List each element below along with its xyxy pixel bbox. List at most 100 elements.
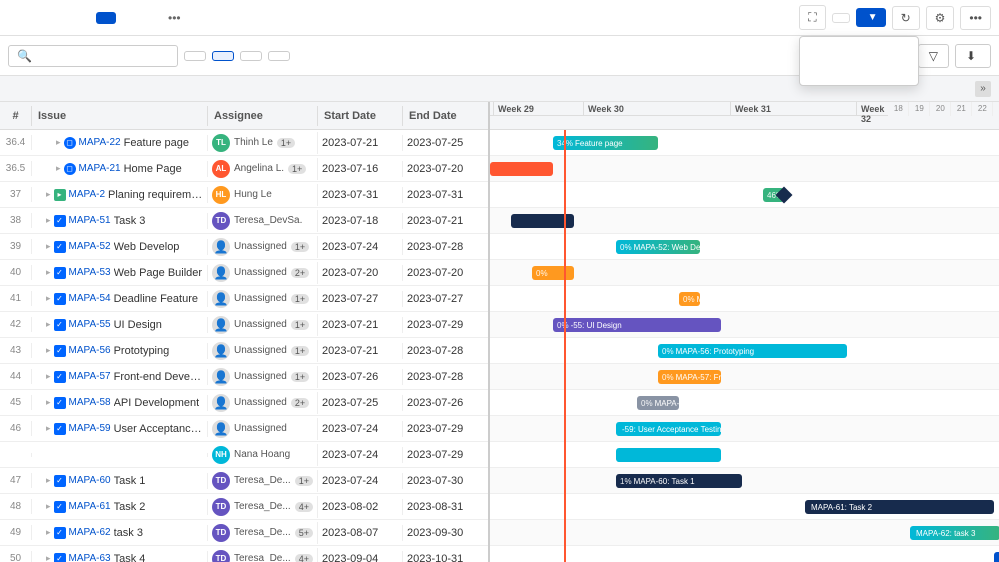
bar-label: MAPA-61: Task 2: [811, 503, 872, 512]
issue-name: Front-end Develo...: [114, 371, 203, 383]
assignee-badge: 1+: [291, 372, 309, 382]
expand-icon[interactable]: ▸: [46, 397, 51, 408]
nav-schedule[interactable]: [52, 12, 72, 24]
expand-icon[interactable]: ▸: [46, 319, 51, 330]
cell-assignee: 👤 Unassigned 1+: [208, 236, 318, 258]
table-row: 37 ▸ ▸ MAPA-2 Planing requirements HL Hu…: [0, 182, 488, 208]
expand-icon[interactable]: ▸: [46, 423, 51, 434]
issue-key[interactable]: MAPA-53: [69, 267, 111, 278]
issue-key[interactable]: MAPA-56: [69, 345, 111, 356]
issue-key[interactable]: MAPA-51: [69, 215, 111, 226]
cell-issue[interactable]: ▸ ✓ MAPA-60 Task 1: [32, 473, 208, 489]
cell-issue[interactable]: ▸ ◻ MAPA-21 Home Page: [32, 161, 208, 177]
cell-issue[interactable]: ▸ ✓ MAPA-61 Task 2: [32, 499, 208, 515]
today-button[interactable]: [832, 13, 850, 23]
cell-assignee: TD Teresa_DevSa.: [208, 210, 318, 232]
cell-issue[interactable]: ▸ ✓ MAPA-55 UI Design: [32, 317, 208, 333]
search-icon: 🔍: [17, 49, 32, 63]
critical-path-button[interactable]: [184, 51, 206, 61]
table-row: 38 ▸ ✓ MAPA-51 Task 3 TD Teresa_DevSa. 2…: [0, 208, 488, 234]
expand-icon[interactable]: ▸: [46, 189, 51, 200]
expand-icon[interactable]: ▸: [46, 475, 51, 486]
collapse-all-button[interactable]: [268, 51, 290, 61]
gantt-bar[interactable]: 0%MAPA-52: Web Dev...: [616, 240, 700, 254]
expand-icon[interactable]: ▸: [46, 293, 51, 304]
gantt-bar[interactable]: MAPA-61: Task 2: [805, 500, 994, 514]
cell-issue[interactable]: ▸ ✓ MAPA-51 Task 3: [32, 213, 208, 229]
search-box[interactable]: 🔍: [8, 45, 178, 67]
cell-issue[interactable]: ▸ ✓ MAPA-57 Front-end Develo...: [32, 369, 208, 385]
issue-key[interactable]: MAPA-59: [69, 423, 111, 434]
cell-issue[interactable]: ▸ ✓ MAPA-59 User Acceptance ...: [32, 421, 208, 437]
cell-issue[interactable]: ▸ ✓ MAPA-63 Task 4: [32, 551, 208, 562]
cell-issue[interactable]: ▸ ✓ MAPA-62 task 3: [32, 525, 208, 541]
gantt-bar[interactable]: 1%MAPA-60: Task 1: [616, 474, 742, 488]
cell-assignee: 👤 Unassigned 2+: [208, 262, 318, 284]
nav-more-icon[interactable]: •••: [162, 5, 187, 31]
fullscreen-button[interactable]: ⛶: [799, 5, 825, 30]
issue-key[interactable]: MAPA-61: [69, 501, 111, 512]
issue-key[interactable]: MAPA-57: [69, 371, 111, 382]
refresh-button[interactable]: ↻: [892, 6, 920, 30]
cell-issue[interactable]: ▸ ✓ MAPA-53 Web Page Builder: [32, 265, 208, 281]
issue-key[interactable]: MAPA-52: [69, 241, 111, 252]
more-options-button[interactable]: •••: [960, 6, 991, 30]
gantt-bar[interactable]: 0%MAPA-56: Prototyping: [658, 344, 847, 358]
expand-icon[interactable]: ▸: [46, 553, 51, 562]
expand-icon[interactable]: ▸: [46, 267, 51, 278]
dropdown-weeks[interactable]: [800, 37, 918, 53]
cell-issue[interactable]: ▸ ✓ MAPA-52 Web Develop: [32, 239, 208, 255]
filter-button[interactable]: ▽: [918, 44, 949, 68]
nav-resource[interactable]: [30, 12, 50, 24]
issue-key[interactable]: MAPA-55: [69, 319, 111, 330]
expand-icon[interactable]: ▸: [46, 345, 51, 356]
nav-gantt[interactable]: [96, 12, 116, 24]
baseline-button[interactable]: [212, 51, 234, 61]
issue-key[interactable]: MAPA-62: [69, 527, 111, 538]
issue-key[interactable]: MAPA-60: [69, 475, 111, 486]
export-button[interactable]: ⬇: [955, 44, 991, 68]
gantt-bar[interactable]: 34%Feature page: [553, 136, 658, 150]
settings-button[interactable]: ⚙: [926, 6, 955, 30]
expand-icon[interactable]: ▸: [46, 527, 51, 538]
issue-key[interactable]: MAPA-21: [79, 163, 121, 174]
issue-key[interactable]: MAPA-58: [69, 397, 111, 408]
expand-icon[interactable]: ▸: [46, 501, 51, 512]
cell-issue[interactable]: ▸ ✓ MAPA-58 API Development: [32, 395, 208, 411]
export-icon: ⬇: [966, 49, 976, 63]
nav-report[interactable]: [140, 12, 160, 24]
weeks-button[interactable]: ▼: [856, 8, 886, 27]
nav-timelog[interactable]: [118, 12, 138, 24]
expand-icon[interactable]: ▸: [46, 241, 51, 252]
collapse-panel-button[interactable]: »: [975, 81, 991, 97]
expand-all-button[interactable]: [240, 51, 262, 61]
cell-issue[interactable]: ▸ ◻ MAPA-22 Feature page: [32, 135, 208, 151]
issue-key[interactable]: MAPA-54: [69, 293, 111, 304]
collapse-icon[interactable]: »: [975, 81, 991, 97]
issue-key[interactable]: MAPA-63: [69, 553, 111, 562]
expand-icon[interactable]: ▸: [56, 163, 61, 174]
gantt-bar[interactable]: 0%-55: UI Design: [553, 318, 721, 332]
issue-key[interactable]: MAPA-2: [69, 189, 106, 200]
expand-icon[interactable]: ▸: [46, 371, 51, 382]
gantt-bar[interactable]: [490, 162, 553, 176]
expand-icon[interactable]: ▸: [56, 137, 61, 148]
cell-issue[interactable]: ▸ ▸ MAPA-2 Planing requirements: [32, 187, 208, 203]
gantt-bar[interactable]: -59: User Acceptance Testing: [616, 422, 721, 436]
gantt-bar[interactable]: [616, 448, 721, 462]
gantt-bar[interactable]: [994, 552, 999, 562]
cell-issue[interactable]: ▸ ✓ MAPA-54 Deadline Feature: [32, 291, 208, 307]
gantt-bar[interactable]: 0%MAPA-54: Deadline Feature: [679, 292, 700, 306]
dropdown-quarters[interactable]: [800, 69, 918, 85]
gantt-bar[interactable]: 0%: [532, 266, 574, 280]
gantt-bar[interactable]: MAPA-62: task 3: [910, 526, 999, 540]
issue-key[interactable]: MAPA-22: [79, 137, 121, 148]
gantt-bar[interactable]: 0%MAPA-57: Front-end Development: [658, 370, 721, 384]
cell-issue[interactable]: ▸ ✓ MAPA-56 Prototyping: [32, 343, 208, 359]
dropdown-months[interactable]: [800, 53, 918, 69]
nav-dashboard[interactable]: [8, 12, 28, 24]
issue-name: Prototyping: [114, 345, 170, 357]
nav-timeline[interactable]: [74, 12, 94, 24]
gantt-bar[interactable]: 0%MAPA-58: API Development: [637, 396, 679, 410]
expand-icon[interactable]: ▸: [46, 215, 51, 226]
